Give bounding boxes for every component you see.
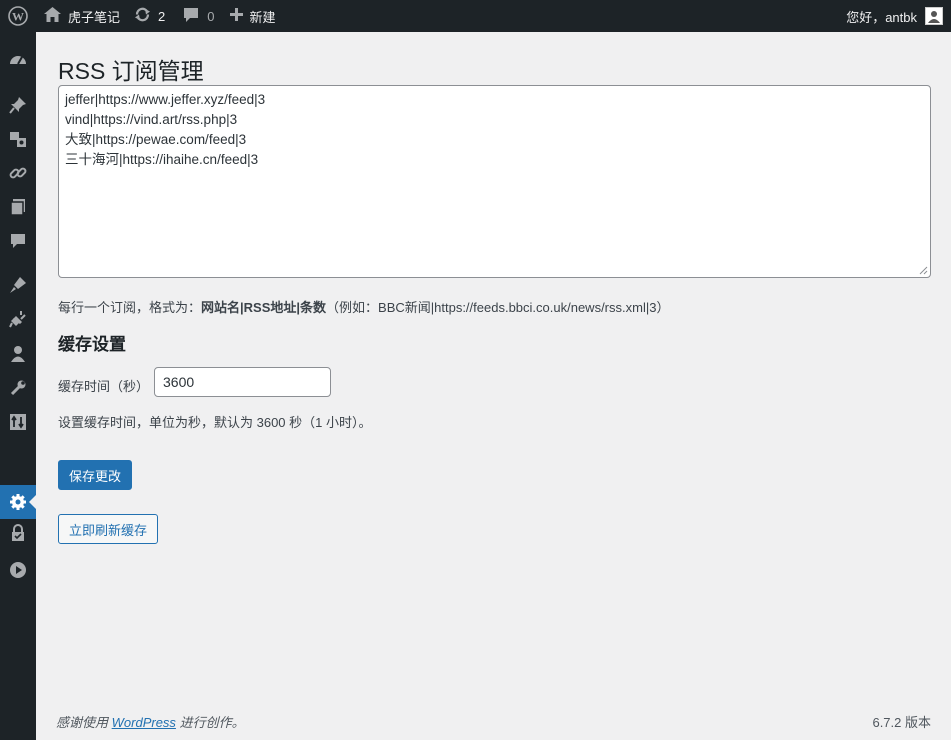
home-icon — [44, 7, 61, 25]
format-example: （例如：BBC新闻|https://feeds.bbci.co.uk/news/… — [326, 300, 670, 315]
cache-time-input[interactable] — [154, 367, 331, 397]
my-account[interactable]: 您好，antbk — [846, 0, 943, 32]
site-name: 虎子笔记 — [68, 9, 121, 25]
feeds-format-description: 每行一个订阅，格式为：网站名|RSS地址|条数（例如：BBC新闻|https:/… — [58, 297, 669, 316]
comment-bubble-icon — [183, 7, 199, 26]
admin-sidebar — [0, 32, 36, 740]
settings-icon[interactable] — [0, 485, 36, 519]
pin-icon[interactable] — [0, 88, 36, 122]
site-name-link[interactable]: 虎子笔记 — [44, 0, 120, 32]
footer-thanks: 感谢使用 WordPress 进行创作。 — [56, 712, 245, 731]
cache-description: 设置缓存时间，单位为秒，默认为 3600 秒（1 小时）。 — [58, 415, 372, 430]
feed-line: 三十海河|https://ihaihe.cn/feed|3 — [65, 152, 259, 167]
import-icon[interactable] — [0, 405, 36, 439]
feed-line: jeffer|https://www.jeffer.xyz/feed|3 — [65, 92, 266, 107]
main-content: RSS 订阅管理 jeffer|https://www.jeffer.xyz/f… — [36, 32, 951, 740]
greeting: 您好，antbk — [846, 9, 917, 25]
wordpress-logo-icon[interactable]: W — [0, 0, 36, 32]
cache-time-label: 缓存时间（秒） — [58, 379, 150, 394]
admin-bar: W 虎子笔记 2 0 新建 您好，antbk — [0, 0, 951, 32]
save-button[interactable]: 保存更改 — [58, 460, 132, 490]
format-bold: 网站名|RSS地址|条数 — [201, 300, 327, 315]
format-prefix: 每行一个订阅，格式为： — [58, 300, 202, 315]
tools-icon[interactable] — [0, 371, 36, 405]
svg-text:W: W — [12, 10, 24, 24]
updates-link[interactable]: 2 — [134, 0, 165, 32]
footer-thanks-prefix: 感谢使用 — [56, 715, 109, 730]
play-icon[interactable] — [0, 553, 36, 587]
new-content-link[interactable]: 新建 — [230, 0, 276, 32]
dashboard-icon[interactable] — [0, 43, 36, 77]
avatar — [925, 7, 943, 25]
feed-line: vind|https://vind.art/rss.php|3 — [65, 112, 238, 127]
comments-link[interactable]: 0 — [183, 0, 214, 32]
comments-count: 0 — [207, 8, 215, 24]
page-title: RSS 订阅管理 — [58, 58, 204, 84]
feed-line: 大致|https://pewae.com/feed|3 — [65, 132, 247, 147]
pages-icon[interactable] — [0, 190, 36, 224]
cache-section-title: 缓存设置 — [58, 335, 126, 354]
resize-handle-icon[interactable] — [919, 266, 928, 275]
feeds-textarea[interactable]: jeffer|https://www.jeffer.xyz/feed|3 vin… — [58, 85, 931, 278]
wordpress-link[interactable]: WordPress — [112, 715, 176, 730]
footer-version: 6.7.2 版本 — [872, 715, 931, 730]
users-icon[interactable] — [0, 337, 36, 371]
link-icon[interactable] — [0, 156, 36, 190]
refresh-cache-button[interactable]: 立即刷新缓存 — [58, 514, 158, 544]
media-icon[interactable] — [0, 122, 36, 156]
comments-icon[interactable] — [0, 224, 36, 258]
footer-thanks-suffix: 进行创作。 — [179, 715, 245, 730]
appearance-icon[interactable] — [0, 268, 36, 302]
updates-count: 2 — [158, 8, 166, 24]
lock-icon[interactable] — [0, 516, 36, 550]
new-label: 新建 — [249, 9, 276, 25]
plugins-icon[interactable] — [0, 302, 36, 336]
plus-icon — [230, 8, 244, 24]
updates-icon — [134, 6, 151, 26]
